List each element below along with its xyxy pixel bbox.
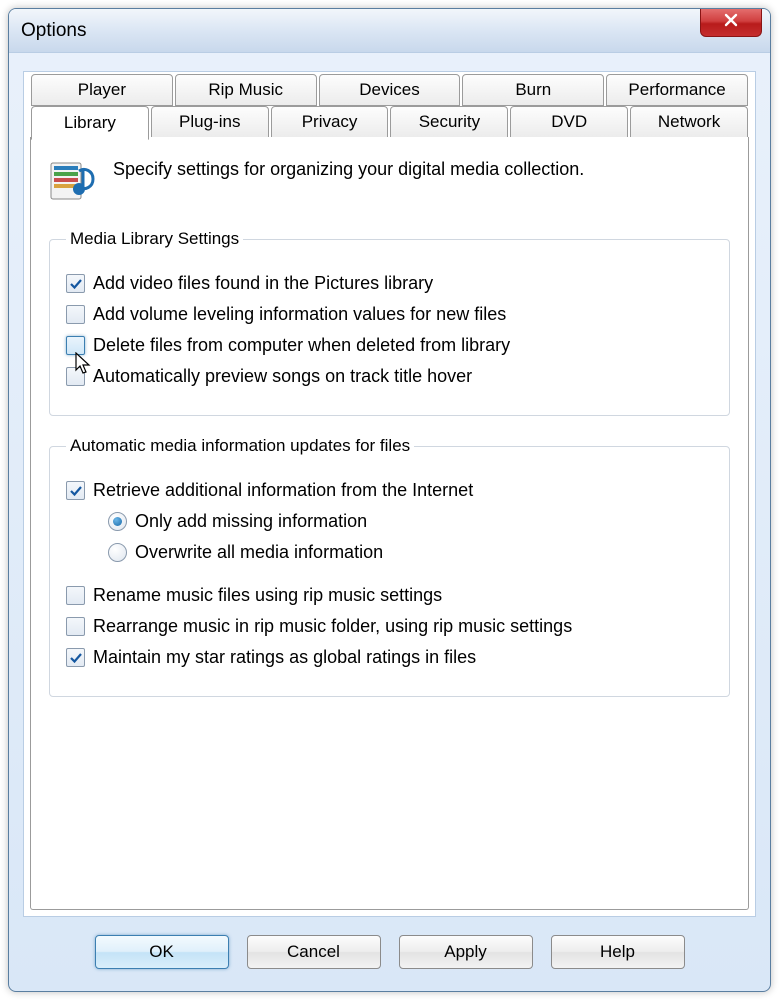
- apply-button[interactable]: Apply: [399, 935, 533, 969]
- option-rename-files: Rename music files using rip music setti…: [66, 585, 713, 606]
- checkbox-label: Rearrange music in rip music folder, usi…: [93, 616, 572, 637]
- options-dialog: Options Player Rip Music Devices Burn Pe…: [8, 8, 771, 992]
- checkbox-add-volume-leveling[interactable]: [66, 305, 85, 324]
- panel-header-text: Specify settings for organizing your dig…: [113, 157, 584, 180]
- checkbox-maintain-ratings[interactable]: [66, 648, 85, 667]
- radio-label: Only add missing information: [135, 511, 367, 532]
- option-rearrange-music: Rearrange music in rip music folder, usi…: [66, 616, 713, 637]
- group-media-library-settings: Media Library Settings Add video files f…: [49, 229, 730, 416]
- radio-overwrite-all[interactable]: [108, 543, 127, 562]
- checkbox-label: Delete files from computer when deleted …: [93, 335, 510, 356]
- option-auto-preview: Automatically preview songs on track tit…: [66, 366, 713, 387]
- dialog-button-bar: OK Cancel Apply Help: [23, 935, 756, 975]
- radio-only-add-missing[interactable]: [108, 512, 127, 531]
- tab-rip-music[interactable]: Rip Music: [175, 74, 317, 106]
- checkbox-label: Add video files found in the Pictures li…: [93, 273, 433, 294]
- titlebar: Options: [9, 9, 770, 53]
- option-delete-files: Delete files from computer when deleted …: [66, 335, 713, 356]
- option-add-video-files: Add video files found in the Pictures li…: [66, 273, 713, 294]
- checkbox-add-video-files[interactable]: [66, 274, 85, 293]
- checkbox-label: Retrieve additional information from the…: [93, 480, 473, 501]
- tab-security[interactable]: Security: [390, 106, 508, 138]
- option-retrieve-info: Retrieve additional information from the…: [66, 480, 713, 501]
- checkbox-label: Add volume leveling information values f…: [93, 304, 506, 325]
- group-automatic-updates: Automatic media information updates for …: [49, 436, 730, 697]
- tab-privacy[interactable]: Privacy: [271, 106, 389, 138]
- checkbox-label: Automatically preview songs on track tit…: [93, 366, 472, 387]
- tab-panel-library: Specify settings for organizing your dig…: [30, 137, 749, 910]
- option-maintain-ratings: Maintain my star ratings as global ratin…: [66, 647, 713, 668]
- radio-label: Overwrite all media information: [135, 542, 383, 563]
- option-add-volume-leveling: Add volume leveling information values f…: [66, 304, 713, 325]
- tab-player[interactable]: Player: [31, 74, 173, 106]
- checkbox-retrieve-info[interactable]: [66, 481, 85, 500]
- window-title: Options: [21, 20, 86, 42]
- tab-burn[interactable]: Burn: [462, 74, 604, 106]
- tab-performance[interactable]: Performance: [606, 74, 748, 106]
- group-legend: Automatic media information updates for …: [66, 436, 414, 456]
- close-icon: [723, 12, 739, 33]
- panel-header: Specify settings for organizing your dig…: [49, 157, 730, 205]
- content-area: Player Rip Music Devices Burn Performanc…: [23, 71, 756, 917]
- option-only-add-missing: Only add missing information: [108, 511, 713, 532]
- tabstrip: Player Rip Music Devices Burn Performanc…: [24, 72, 755, 138]
- tab-devices[interactable]: Devices: [319, 74, 461, 106]
- checkbox-label: Rename music files using rip music setti…: [93, 585, 442, 606]
- close-button[interactable]: [700, 9, 762, 37]
- checkbox-label: Maintain my star ratings as global ratin…: [93, 647, 476, 668]
- group-legend: Media Library Settings: [66, 229, 243, 249]
- checkbox-delete-files[interactable]: [66, 336, 85, 355]
- option-overwrite-all: Overwrite all media information: [108, 542, 713, 563]
- cancel-button[interactable]: Cancel: [247, 935, 381, 969]
- tab-plug-ins[interactable]: Plug-ins: [151, 106, 269, 138]
- checkbox-auto-preview[interactable]: [66, 367, 85, 386]
- ok-button[interactable]: OK: [95, 935, 229, 969]
- checkbox-rearrange-music[interactable]: [66, 617, 85, 636]
- tab-dvd[interactable]: DVD: [510, 106, 628, 138]
- media-library-icon: [49, 157, 97, 205]
- help-button[interactable]: Help: [551, 935, 685, 969]
- tab-library[interactable]: Library: [31, 106, 149, 140]
- checkbox-rename-files[interactable]: [66, 586, 85, 605]
- tab-network[interactable]: Network: [630, 106, 748, 138]
